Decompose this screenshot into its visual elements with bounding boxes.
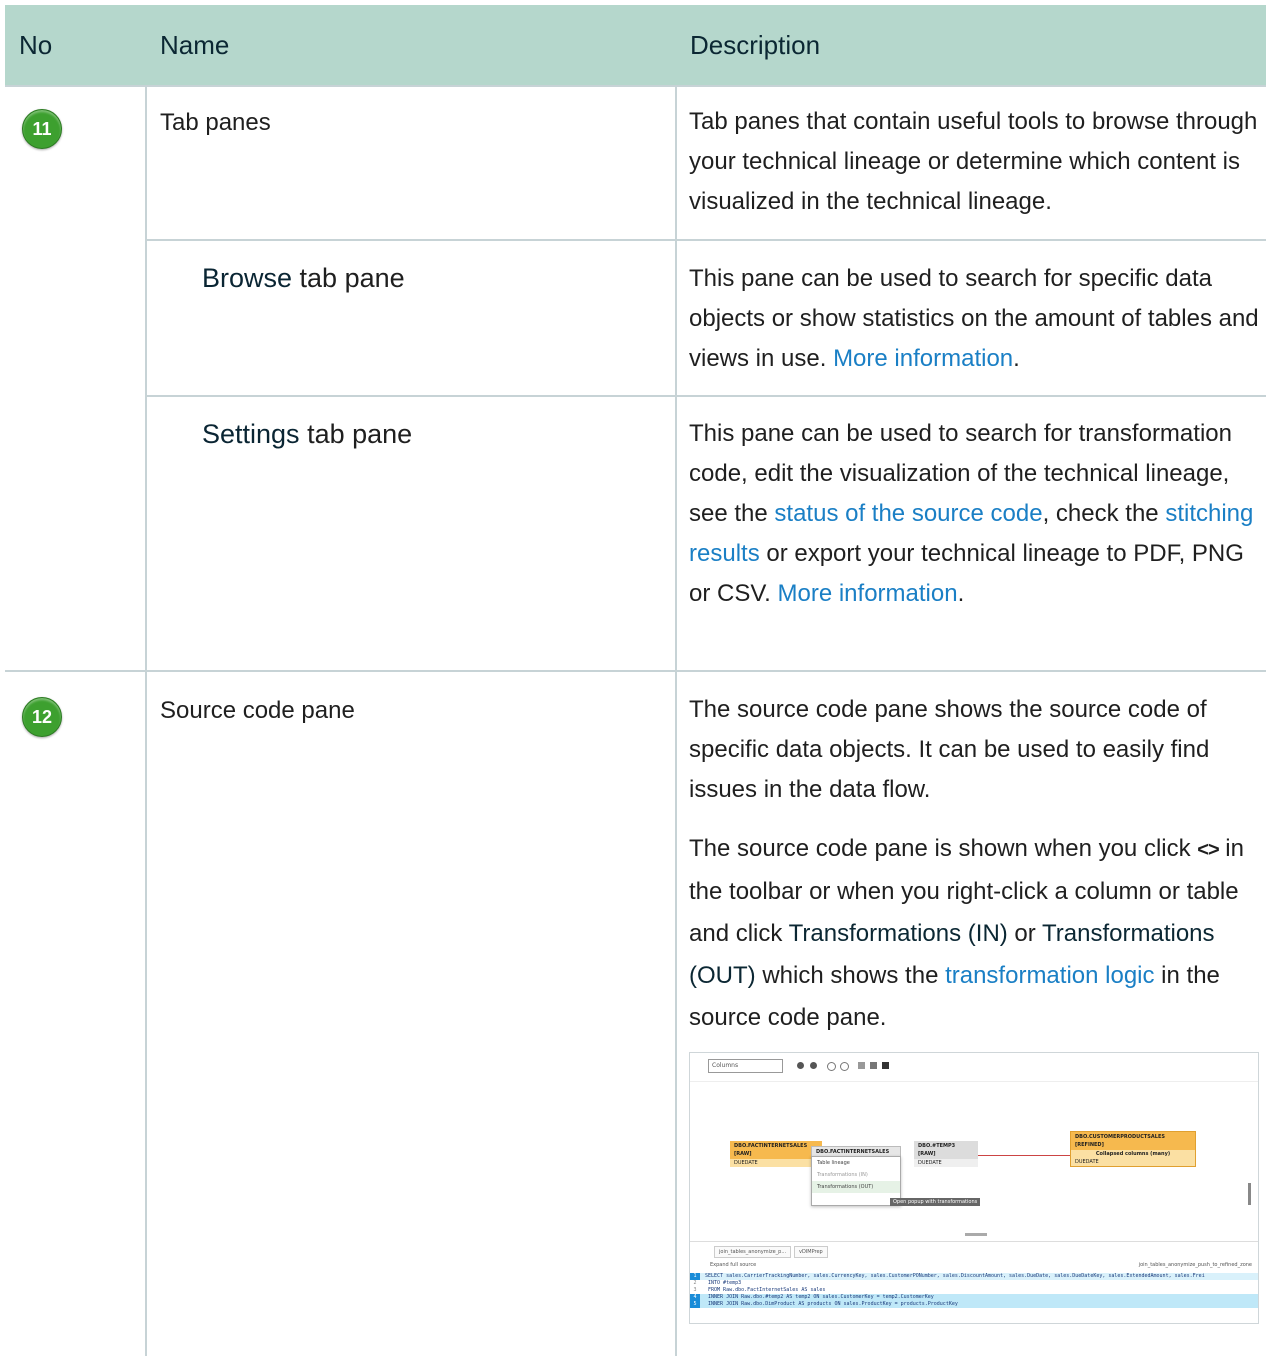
screenshot-node: DBO.FACTINTERNETSALES [RAW] DUEDATE — [730, 1141, 822, 1167]
code-line: 3 FROM Raw.dbo.FactInternetSales AS sale… — [690, 1287, 1258, 1294]
source-name: join_tables_anonymize_push_to_refined_zo… — [1138, 1262, 1252, 1268]
transformation-logic-link[interactable]: transformation logic — [945, 962, 1154, 989]
zoom-in-icon — [797, 1062, 804, 1069]
screenshot-tab: join_tables_anonymize_p... — [714, 1246, 792, 1258]
code-line: 1 SELECT sales.CarrierTrackingNumber, sal… — [690, 1273, 1258, 1280]
screenshot-context-menu: Table lineage Transformations (IN) Trans… — [811, 1156, 901, 1206]
more-information-link[interactable]: More information — [833, 345, 1013, 372]
header-no: No — [19, 30, 53, 60]
code-icon: <> — [1197, 839, 1219, 861]
screenshot-node: DBO.#TEMP3 [RAW] DUEDATE — [914, 1141, 978, 1167]
row-divider — [5, 670, 1266, 672]
undo-icon — [827, 1062, 836, 1071]
resize-handle — [965, 1233, 987, 1236]
row-name-source-code-pane: Source code pane — [160, 697, 355, 724]
scrollbar — [1248, 1183, 1251, 1205]
row-description-source-code-pane: The source code pane shows the source co… — [689, 696, 1244, 1031]
code-line: 5 INNER JOIN Raw.dbo.DimProduct AS produ… — [690, 1301, 1258, 1308]
row-divider — [145, 395, 1266, 397]
screenshot-node: DBO.CUSTOMERPRODUCTSALES [REFINED] Colla… — [1070, 1131, 1196, 1167]
row-name-tab-panes: Tab panes — [160, 109, 271, 136]
column-divider — [675, 85, 677, 1356]
row-description-browse: This pane can be used to search for spec… — [689, 265, 1259, 372]
list-icon — [858, 1062, 865, 1069]
screenshot-source-code-pane: join_tables_anonymize_p... vDIMPrep Expa… — [690, 1241, 1258, 1323]
row-name-settings: Settings tab pane — [202, 419, 413, 449]
expand-full-source: Expand full source — [710, 1262, 757, 1268]
code-line: 2 INTO #temp3 — [690, 1280, 1258, 1287]
code-line: 4 INNER JOIN Raw.dbo.#temp2 AS temp2 ON … — [690, 1294, 1258, 1301]
source-code-pane-screenshot: Columns DBO.FACTINTERNETSALES [RAW] DUED… — [689, 1052, 1259, 1324]
zoom-out-icon — [810, 1062, 817, 1069]
number-badge-11: 11 — [22, 109, 62, 149]
table-header: No Name Description — [5, 5, 1266, 87]
screenshot-tab: vDIMPrep — [794, 1246, 828, 1258]
more-information-link[interactable]: More information — [778, 580, 958, 607]
column-divider — [145, 85, 147, 1356]
header-description: Description — [690, 30, 821, 60]
lineage-edge — [978, 1155, 1070, 1156]
screenshot-toolbar: Columns — [690, 1053, 1258, 1082]
row-divider — [145, 239, 1266, 241]
row-description-tab-panes: Tab panes that contain useful tools to b… — [689, 108, 1258, 215]
row-name-browse: Browse tab pane — [202, 263, 405, 293]
code-icon — [870, 1062, 877, 1069]
header-name: Name — [160, 30, 230, 60]
status-of-source-code-link[interactable]: status of the source code — [774, 500, 1042, 527]
row-description-settings: This pane can be used to search for tran… — [689, 420, 1254, 607]
settings-icon — [882, 1062, 889, 1069]
screenshot-tooltip: Open popup with transformations — [890, 1198, 981, 1206]
number-badge-12: 12 — [22, 697, 62, 737]
redo-icon — [840, 1062, 849, 1071]
description-table: No Name Description 11 Tab panes Tab pan… — [5, 5, 1266, 1356]
screenshot-columns-select: Columns — [708, 1059, 783, 1073]
